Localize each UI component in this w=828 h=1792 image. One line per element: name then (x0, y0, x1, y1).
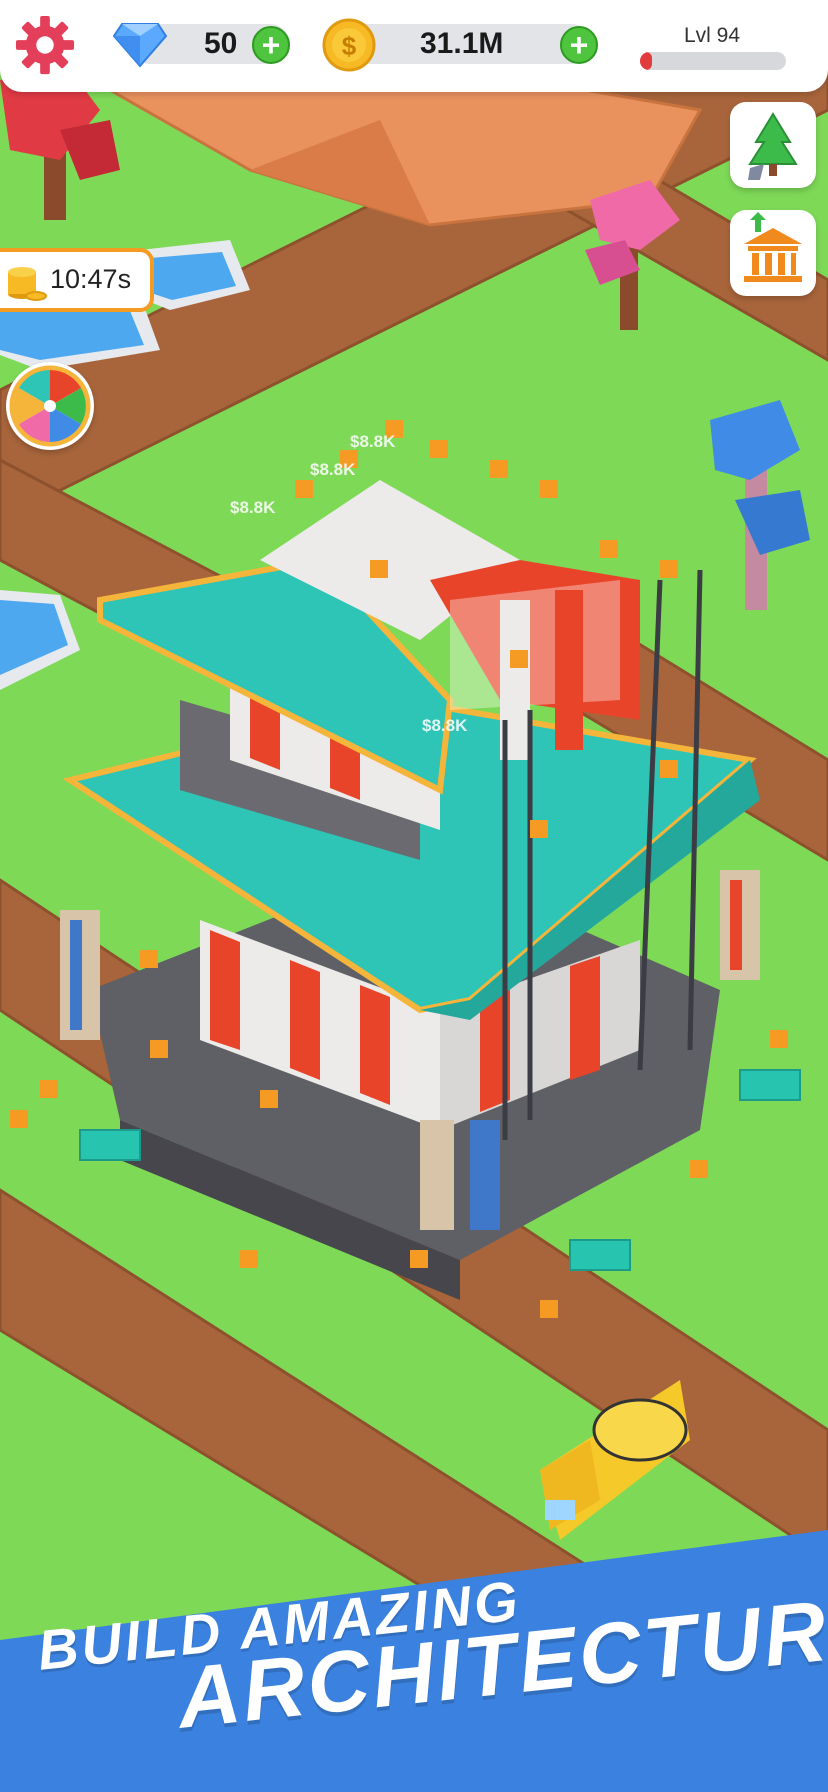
floating-earning: $8.8K (310, 460, 356, 479)
gear-icon[interactable] (14, 14, 76, 76)
gem-count: 50 (204, 27, 238, 60)
boost-timer-text: 10:47s (50, 264, 132, 294)
coin-boost-timer[interactable]: 10:47s (0, 248, 154, 312)
add-gems-button[interactable]: + (252, 26, 290, 64)
floating-earning: $8.8K (422, 716, 468, 735)
level-label: Lvl 94 (684, 24, 741, 47)
dollar-coin-icon: $ (322, 18, 376, 72)
spin-wheel-button[interactable] (6, 362, 94, 450)
tree-shovel-icon (748, 112, 798, 180)
coin-count: 31.1M (420, 27, 504, 60)
floating-earning: $8.8K (230, 498, 276, 517)
level-progress-fill (640, 52, 652, 70)
bank-upgrade-icon (744, 212, 802, 282)
svg-text:$: $ (342, 31, 357, 61)
diamond-icon (112, 23, 168, 68)
decor-shop-button[interactable] (730, 102, 816, 188)
level-progress-bar (640, 52, 786, 70)
upgrade-building-button[interactable] (730, 210, 816, 296)
coin-stack-icon (8, 267, 47, 301)
top-hud: 50 + 31.1M $ + Lvl 94 (0, 0, 828, 92)
coin-counter: 31.1M (340, 24, 592, 64)
spin-wheel-icon (9, 365, 91, 447)
floating-earning: $8.8K (350, 432, 396, 451)
add-coins-button[interactable]: + (560, 26, 598, 64)
